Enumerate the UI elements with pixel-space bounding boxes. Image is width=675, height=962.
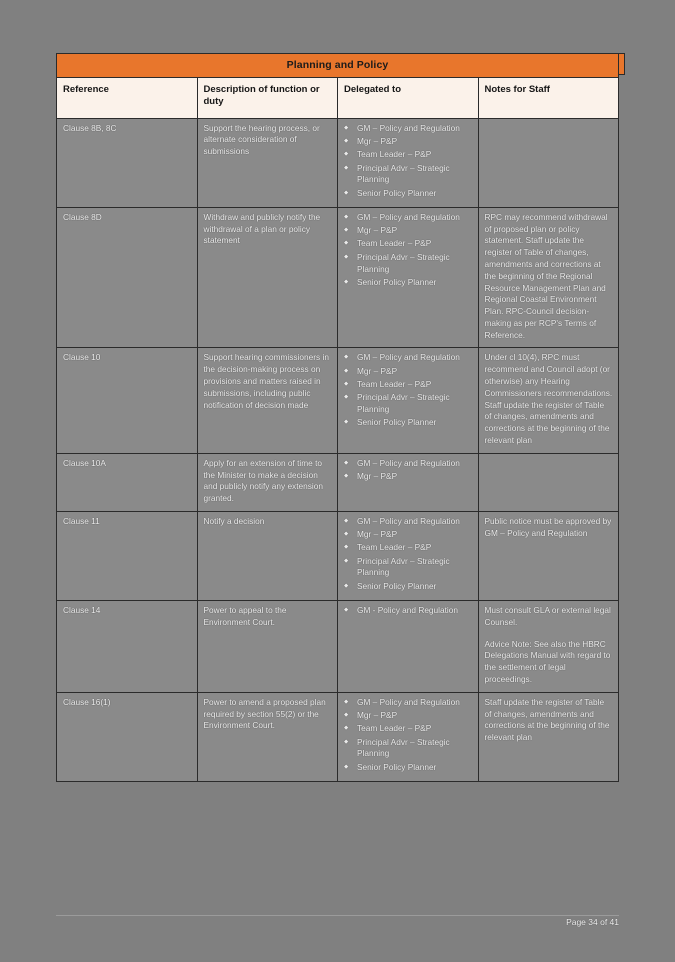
delegated-list-item: GM – Policy and Regulation <box>344 212 473 224</box>
delegated-list-item: Mgr – P&P <box>344 710 473 722</box>
cell-reference: Clause 14 <box>56 600 198 693</box>
table-header-row: Reference Description of function or dut… <box>56 77 619 119</box>
delegated-list: GM – Policy and RegulationMgr – P&PTeam … <box>344 212 473 289</box>
table-row: Clause 16(1) Power to amend a proposed p… <box>56 691 619 782</box>
table-title: Planning and Policy <box>56 53 619 78</box>
delegated-list-item: Principal Advr – Strategic Planning <box>344 737 473 761</box>
delegated-list-item: Senior Policy Planner <box>344 762 473 774</box>
page-number: Page 34 of 41 <box>566 917 619 927</box>
column-header-description: Description of function or duty <box>196 77 338 119</box>
table-row: Clause 10 Support hearing commissioners … <box>56 347 619 454</box>
cell-description: Notify a decision <box>196 510 338 602</box>
column-header-notes: Notes for Staff <box>477 77 619 119</box>
cell-delegated-to: GM - Policy and Regulation <box>337 600 479 693</box>
delegated-list-item: GM – Policy and Regulation <box>344 697 473 709</box>
cell-reference: Clause 8D <box>56 206 198 349</box>
table-title-row: Planning and Policy <box>56 53 619 78</box>
document-page: Planning and Policy Reference Descriptio… <box>0 0 675 962</box>
delegated-list-item: Mgr – P&P <box>344 471 473 483</box>
delegated-list-item: Principal Advr – Strategic Planning <box>344 163 473 187</box>
delegated-list-item: GM – Policy and Regulation <box>344 123 473 135</box>
delegated-list-item: Mgr – P&P <box>344 225 473 237</box>
delegated-list-item: Mgr – P&P <box>344 366 473 378</box>
cell-delegated-to: GM – Policy and RegulationMgr – P&PTeam … <box>337 510 479 602</box>
delegated-list-item: Senior Policy Planner <box>344 581 473 593</box>
delegated-list-item: Mgr – P&P <box>344 529 473 541</box>
delegated-list-item: Mgr – P&P <box>344 136 473 148</box>
cell-notes <box>477 117 619 208</box>
delegated-list-item: GM – Policy and Regulation <box>344 352 473 364</box>
delegated-list-item: GM – Policy and Regulation <box>344 516 473 528</box>
table-row: Clause 11 Notify a decision GM – Policy … <box>56 510 619 602</box>
table-row: Clause 14 Power to appeal to the Environ… <box>56 600 619 693</box>
delegated-list-item: Team Leader – P&P <box>344 542 473 554</box>
column-header-reference: Reference <box>56 77 198 119</box>
delegated-list-item: Principal Advr – Strategic Planning <box>344 556 473 580</box>
cell-delegated-to: GM – Policy and RegulationMgr – P&P <box>337 452 479 512</box>
table-body: Planning and Policy Reference Descriptio… <box>56 53 619 782</box>
delegated-list-item: Senior Policy Planner <box>344 417 473 429</box>
cell-reference: Clause 16(1) <box>56 691 198 782</box>
cell-notes: Under cl 10(4), RPC must recommend and C… <box>477 347 619 454</box>
delegated-list-item: GM - Policy and Regulation <box>344 605 473 617</box>
cell-delegated-to: GM – Policy and RegulationMgr – P&PTeam … <box>337 206 479 349</box>
cell-delegated-to: GM – Policy and RegulationMgr – P&PTeam … <box>337 117 479 208</box>
table-row: Clause 8B, 8C Support the hearing proces… <box>56 117 619 208</box>
table-row: Clause 8D Withdraw and publicly notify t… <box>56 206 619 349</box>
delegated-list-item: Principal Advr – Strategic Planning <box>344 252 473 276</box>
cell-delegated-to: GM – Policy and Regulation Mgr – P&PTeam … <box>337 347 479 454</box>
delegated-list: GM – Policy and RegulationMgr – P&PTeam … <box>344 123 473 200</box>
cell-notes: Must consult GLA or external legal Couns… <box>477 600 619 693</box>
note-paragraph: Under cl 10(4), RPC must recommend and C… <box>484 352 613 445</box>
cell-reference: Clause 11 <box>56 510 198 602</box>
delegated-list: GM – Policy and RegulationMgr – P&PTeam … <box>344 516 473 593</box>
cell-notes: RPC may recommend withdrawal of proposed… <box>477 206 619 349</box>
delegated-list-item: Team Leader – P&P <box>344 149 473 161</box>
note-paragraph: Staff update the register of Table of ch… <box>484 696 610 743</box>
delegations-table: Planning and Policy Reference Descriptio… <box>56 53 619 782</box>
delegated-list: GM – Policy and RegulationMgr – P&P <box>344 458 473 483</box>
cell-description: Support hearing commissioners in the dec… <box>196 347 338 454</box>
cell-notes <box>477 452 619 512</box>
delegated-list-item: Team Leader – P&P <box>344 723 473 735</box>
delegated-list: GM – Policy and Regulation Mgr – P&PTeam … <box>344 352 473 429</box>
cell-description: Power to appeal to the Environment Court… <box>196 600 338 693</box>
cell-description: Power to amend a proposed plan required … <box>196 691 338 782</box>
footer-divider <box>56 915 619 916</box>
note-paragraph: RPC may recommend withdrawal of proposed… <box>484 211 608 340</box>
delegated-list-item: Senior Policy Planner <box>344 188 473 200</box>
delegated-list-item: Senior Policy Planner <box>344 277 473 289</box>
delegated-list: GM – Policy and RegulationMgr – P&PTeam … <box>344 697 473 774</box>
cell-notes: Public notice must be approved by GM – P… <box>477 510 619 602</box>
cell-reference: Clause 10 <box>56 347 198 454</box>
note-paragraph: Must consult GLA or external legal Couns… <box>484 605 611 627</box>
delegated-list-item: GM – Policy and Regulation <box>344 458 473 470</box>
cell-description: Support the hearing process, or alternat… <box>196 117 338 208</box>
note-paragraph: Public notice must be approved by GM – P… <box>484 515 612 538</box>
delegated-list: GM - Policy and Regulation <box>344 605 473 617</box>
cell-description: Apply for an extension of time to the Mi… <box>196 452 338 512</box>
delegated-list-item: Principal Advr – Strategic Planning <box>344 392 473 416</box>
note-paragraph: Advice Note: See also the HBRC Delegatio… <box>484 638 611 684</box>
cell-notes: Staff update the register of Table of ch… <box>477 691 619 782</box>
delegated-list-item: Team Leader – P&P <box>344 379 473 391</box>
cell-reference: Clause 8B, 8C <box>56 117 198 208</box>
cell-delegated-to: GM – Policy and RegulationMgr – P&PTeam … <box>337 691 479 782</box>
column-header-delegated-to: Delegated to <box>337 77 479 119</box>
cell-description: Withdraw and publicly notify the withdra… <box>196 206 338 349</box>
delegated-list-item: Team Leader – P&P <box>344 238 473 250</box>
cell-reference: Clause 10A <box>56 452 198 512</box>
table-row: Clause 10A Apply for an extension of tim… <box>56 452 619 512</box>
